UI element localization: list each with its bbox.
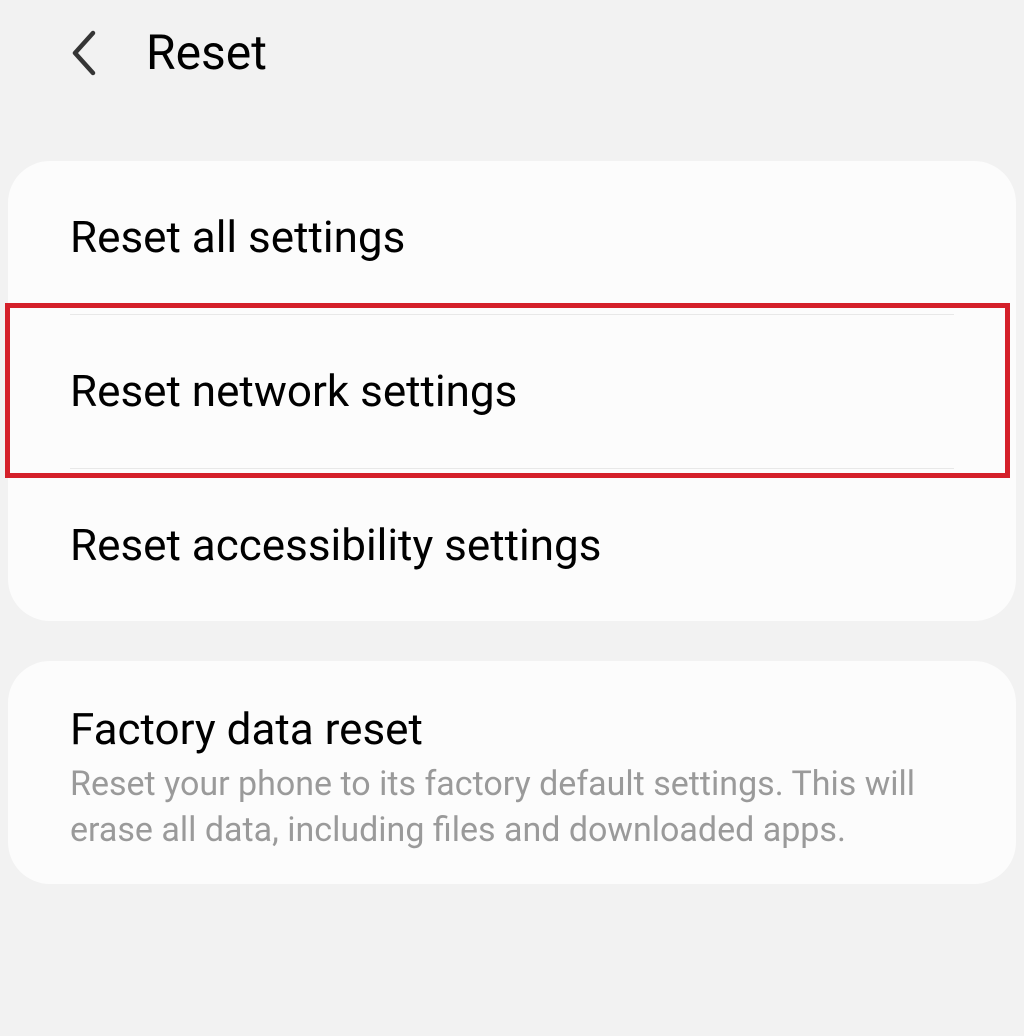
reset-all-settings-item[interactable]: Reset all settings xyxy=(8,161,1016,314)
reset-options-card: Reset all settings Reset network setting… xyxy=(8,161,1016,621)
list-item-label: Reset accessibility settings xyxy=(70,519,954,572)
factory-reset-card: Factory data reset Reset your phone to i… xyxy=(8,661,1016,884)
reset-accessibility-settings-item[interactable]: Reset accessibility settings xyxy=(8,469,1016,622)
list-item-description: Reset your phone to its factory default … xyxy=(70,762,954,854)
page-title: Reset xyxy=(146,24,267,81)
chevron-left-icon xyxy=(69,29,97,77)
header-bar: Reset xyxy=(0,0,1024,111)
list-item-label: Reset all settings xyxy=(70,211,954,264)
list-item-label: Reset network settings xyxy=(70,365,954,418)
list-item-label: Factory data reset xyxy=(70,703,954,756)
back-button[interactable] xyxy=(68,29,98,77)
factory-data-reset-item[interactable]: Factory data reset Reset your phone to i… xyxy=(8,661,1016,884)
reset-network-settings-item[interactable]: Reset network settings xyxy=(8,315,1016,468)
